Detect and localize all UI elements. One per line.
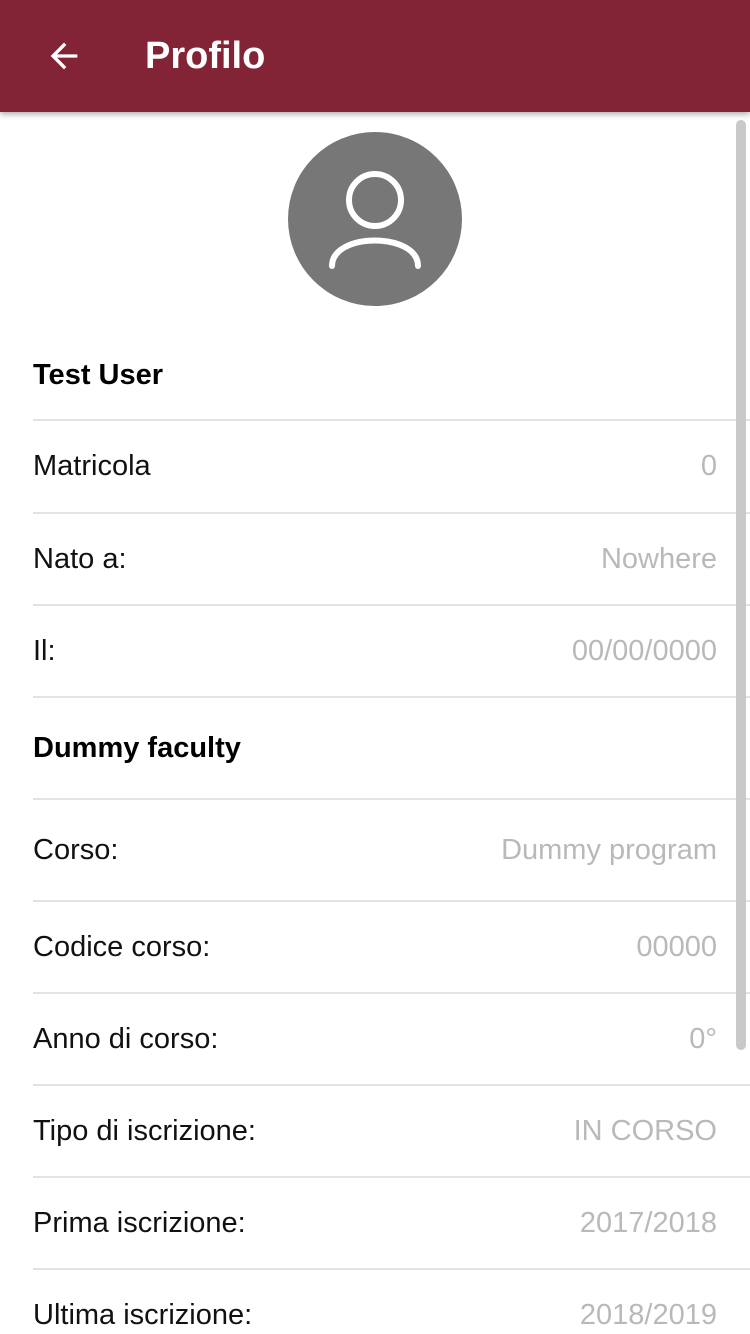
- field-row-first-enrollment: Prima iscrizione: 2017/2018: [33, 1178, 750, 1268]
- faculty-name: Dummy faculty: [33, 731, 241, 764]
- field-value: Nowhere: [600, 542, 717, 575]
- field-value: Dummy program: [501, 833, 717, 866]
- avatar: [288, 132, 462, 306]
- faculty-name-row: Dummy faculty: [33, 698, 750, 798]
- field-label: Anno di corso:: [33, 1022, 219, 1055]
- field-label: Matricola: [33, 450, 151, 482]
- field-value: 00000: [636, 930, 717, 963]
- field-row-last-enrollment: Ultima iscrizione: 2018/2019: [33, 1270, 750, 1334]
- field-label: Corso:: [33, 833, 119, 866]
- field-label: Prima iscrizione:: [33, 1206, 246, 1239]
- field-label: Codice corso:: [33, 930, 211, 963]
- field-value: 00/00/0000: [571, 634, 717, 667]
- field-label: Ultima iscrizione:: [33, 1298, 253, 1331]
- person-icon: [329, 171, 421, 269]
- app-bar: Profilo: [0, 0, 750, 112]
- user-name-row: Test User: [33, 344, 750, 406]
- profile-content[interactable]: Test User Matricola 0 Nato a: Nowhere Il…: [0, 112, 750, 1334]
- field-value: 2017/2018: [579, 1206, 717, 1239]
- back-button[interactable]: [28, 20, 100, 92]
- field-label: Il:: [33, 634, 56, 667]
- field-label: Nato a:: [33, 542, 127, 575]
- scrollbar[interactable]: [736, 120, 746, 1050]
- field-label: Tipo di iscrizione:: [33, 1114, 256, 1147]
- field-value: 2018/2019: [579, 1298, 717, 1331]
- field-row-course-code: Codice corso: 00000: [33, 902, 750, 992]
- page-title: Profilo: [145, 35, 266, 77]
- field-row-birthdate: Il: 00/00/0000: [33, 606, 750, 696]
- field-value: 0°: [689, 1022, 717, 1055]
- field-row-matricola: Matricola 0: [33, 421, 750, 512]
- field-row-birthplace: Nato a: Nowhere: [33, 514, 750, 604]
- user-name: Test User: [33, 358, 164, 391]
- field-value: 0: [700, 450, 717, 482]
- field-row-course-year: Anno di corso: 0°: [33, 994, 750, 1084]
- field-row-enrollment-type: Tipo di iscrizione: IN CORSO: [33, 1086, 750, 1176]
- arrow-left-icon: [50, 42, 78, 70]
- field-value: IN CORSO: [573, 1114, 717, 1147]
- field-row-course: Corso: Dummy program: [33, 800, 750, 900]
